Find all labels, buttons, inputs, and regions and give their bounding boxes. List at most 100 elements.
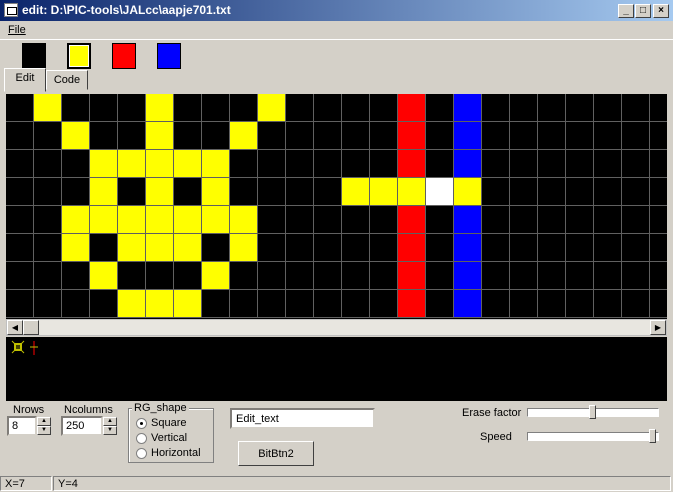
grid-cell[interactable] (342, 122, 370, 150)
grid-cell[interactable] (118, 150, 146, 178)
grid-cell[interactable] (258, 206, 286, 234)
ncolumns-up-button[interactable]: ▲ (103, 417, 117, 426)
grid-cell[interactable] (370, 150, 398, 178)
grid-cell[interactable] (622, 206, 650, 234)
scroll-thumb[interactable] (23, 320, 39, 335)
grid-cell[interactable] (510, 94, 538, 122)
grid-cell[interactable] (90, 122, 118, 150)
grid-cell[interactable] (566, 206, 594, 234)
grid-cell[interactable] (370, 290, 398, 318)
grid-cell[interactable] (258, 234, 286, 262)
grid-cell[interactable] (482, 178, 510, 206)
grid-cell[interactable] (510, 290, 538, 318)
color-swatch-black[interactable] (22, 43, 46, 69)
grid-cell[interactable] (482, 290, 510, 318)
grid-cell[interactable] (62, 206, 90, 234)
grid-cell[interactable] (90, 150, 118, 178)
radio-horizontal-label[interactable]: Horizontal (151, 447, 201, 459)
grid-cell[interactable] (454, 206, 482, 234)
grid-cell[interactable] (118, 178, 146, 206)
grid-cell[interactable] (370, 206, 398, 234)
grid-cell[interactable] (174, 234, 202, 262)
grid-cell[interactable] (146, 150, 174, 178)
grid-cell[interactable] (538, 262, 566, 290)
grid-cell[interactable] (426, 234, 454, 262)
grid-cell[interactable] (510, 234, 538, 262)
grid-cell[interactable] (650, 122, 667, 150)
grid-cell[interactable] (6, 150, 34, 178)
grid-cell[interactable] (6, 262, 34, 290)
grid-cell[interactable] (622, 150, 650, 178)
grid-cell[interactable] (566, 234, 594, 262)
grid-cell[interactable] (538, 122, 566, 150)
radio-square-label[interactable]: Square (151, 417, 186, 429)
grid-cell[interactable] (650, 178, 667, 206)
grid-cell[interactable] (286, 234, 314, 262)
grid-cell[interactable] (594, 150, 622, 178)
grid-cell[interactable] (174, 122, 202, 150)
grid-cell[interactable] (594, 290, 622, 318)
grid-cell[interactable] (202, 234, 230, 262)
grid-cell[interactable] (398, 94, 426, 122)
grid-cell[interactable] (6, 178, 34, 206)
grid-cell[interactable] (538, 206, 566, 234)
grid-cell[interactable] (6, 122, 34, 150)
grid-cell[interactable] (650, 94, 667, 122)
color-swatch-yellow[interactable] (67, 43, 91, 69)
grid-cell[interactable] (174, 150, 202, 178)
radio-horizontal[interactable] (136, 448, 147, 459)
grid-cell[interactable] (34, 206, 62, 234)
grid-cell[interactable] (566, 178, 594, 206)
tab-edit[interactable]: Edit (4, 68, 46, 92)
grid-cell[interactable] (6, 234, 34, 262)
grid-cell[interactable] (230, 206, 258, 234)
bitbtn2-button[interactable]: BitBtn2 (238, 441, 314, 466)
grid-cell[interactable] (370, 262, 398, 290)
grid-cell[interactable] (34, 122, 62, 150)
grid-cell[interactable] (118, 122, 146, 150)
grid-cell[interactable] (314, 178, 342, 206)
grid-cell[interactable] (118, 234, 146, 262)
grid-cell[interactable] (622, 234, 650, 262)
grid-cell[interactable] (594, 206, 622, 234)
grid-cell[interactable] (202, 178, 230, 206)
grid-cell[interactable] (538, 94, 566, 122)
grid-cell[interactable] (314, 290, 342, 318)
ncolumns-down-button[interactable]: ▼ (103, 426, 117, 435)
grid-cell[interactable] (426, 122, 454, 150)
grid-cell[interactable] (174, 262, 202, 290)
grid-cell[interactable] (398, 290, 426, 318)
grid-cell[interactable] (230, 122, 258, 150)
grid-cell[interactable] (34, 94, 62, 122)
grid-cell[interactable] (258, 94, 286, 122)
nrows-down-button[interactable]: ▼ (37, 426, 51, 435)
grid-cell[interactable] (146, 206, 174, 234)
grid-cell[interactable] (202, 94, 230, 122)
close-button[interactable]: × (653, 4, 669, 18)
grid-cell[interactable] (510, 206, 538, 234)
grid-cell[interactable] (482, 150, 510, 178)
grid-cell[interactable] (230, 290, 258, 318)
grid-cell[interactable] (34, 234, 62, 262)
grid-cell[interactable] (286, 150, 314, 178)
grid-cell[interactable] (202, 122, 230, 150)
grid-cell[interactable] (454, 234, 482, 262)
erase-factor-slider-thumb[interactable] (589, 405, 596, 419)
grid-cell[interactable] (286, 262, 314, 290)
grid-cell[interactable] (566, 290, 594, 318)
maximize-button[interactable]: □ (635, 4, 651, 18)
grid-cell[interactable] (398, 150, 426, 178)
grid-cell[interactable] (314, 122, 342, 150)
grid-cell[interactable] (426, 178, 454, 206)
grid-cell[interactable] (202, 150, 230, 178)
grid-cell[interactable] (146, 262, 174, 290)
grid-cell[interactable] (62, 94, 90, 122)
grid-cell[interactable] (510, 262, 538, 290)
grid-cell[interactable] (566, 150, 594, 178)
grid-cell[interactable] (62, 234, 90, 262)
grid-cell[interactable] (202, 290, 230, 318)
grid-cell[interactable] (426, 290, 454, 318)
grid-cell[interactable] (482, 122, 510, 150)
grid-cell[interactable] (370, 234, 398, 262)
grid-cell[interactable] (146, 234, 174, 262)
